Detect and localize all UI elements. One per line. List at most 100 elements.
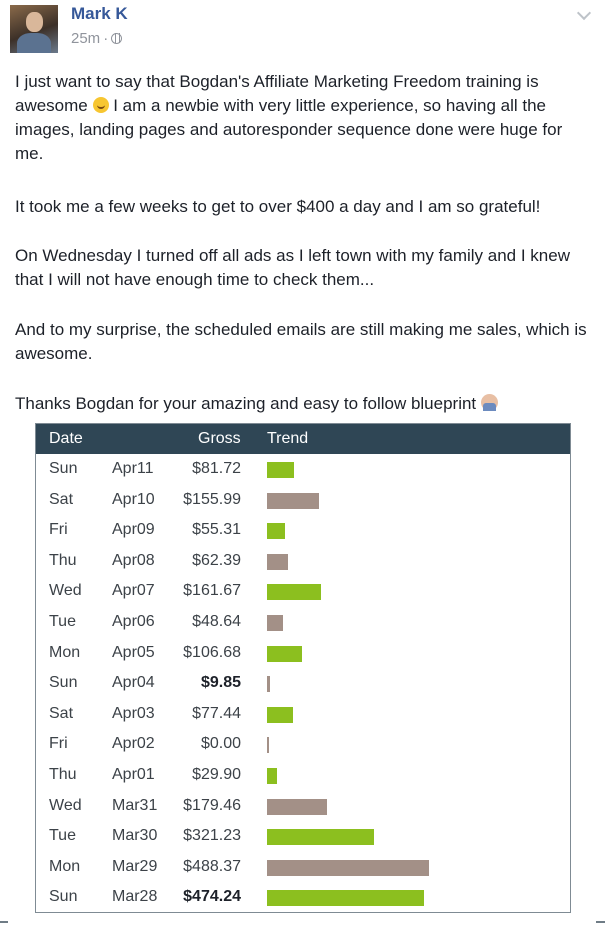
table-row: Sat Apr03 $77.44: [36, 699, 570, 730]
trend-bar: [267, 768, 277, 784]
row-date: Apr07: [112, 582, 155, 600]
row-gross: $179.46: [183, 796, 241, 814]
meta-separator: ·: [103, 30, 109, 47]
trend-bar: [267, 890, 424, 907]
trend-bar: [267, 798, 327, 815]
row-date: Mar31: [112, 796, 158, 814]
bottom-divider-right: [596, 921, 605, 923]
post-paragraph-2: It took me a few weeks to get to over $4…: [15, 197, 541, 216]
row-date: Apr01: [112, 766, 155, 783]
table-row: Wed Apr07 $161.67: [36, 576, 570, 607]
trend-bar: [267, 676, 270, 693]
globe-icon[interactable]: [111, 33, 123, 44]
trend-bar: [267, 737, 269, 754]
row-day: Wed: [49, 582, 82, 600]
trend-bar: [267, 462, 294, 478]
row-day: Sun: [49, 888, 78, 906]
row-day: Thu: [49, 551, 77, 569]
facepalm-emoji-icon: [480, 394, 498, 411]
row-date: Apr11: [112, 460, 154, 477]
header-trend: Trend: [267, 430, 309, 447]
sales-table-image[interactable]: Date Gross Trend Sun Apr11 $81.72 Sat Apr10 $…: [35, 423, 571, 913]
row-day: Mon: [49, 857, 81, 875]
row-gross: $0.00: [200, 735, 241, 753]
row-gross: $55.31: [192, 521, 241, 539]
row-date: Apr09: [112, 521, 155, 539]
trend-bar: [267, 706, 293, 723]
table-row: Sun Apr11 $81.72: [36, 454, 570, 485]
trend-bar: [267, 492, 319, 509]
row-day: Tue: [49, 613, 76, 630]
row-day: Wed: [49, 796, 82, 814]
table-row: Thu Apr01 $29.90: [36, 760, 570, 791]
row-day: Fri: [49, 521, 68, 539]
row-date: Apr06: [112, 613, 155, 630]
row-day: Mon: [49, 643, 81, 661]
row-date: Mar29: [112, 857, 158, 875]
post-timestamp[interactable]: 25m: [71, 30, 100, 47]
row-gross: $155.99: [183, 490, 241, 508]
row-gross: $321.23: [183, 827, 241, 845]
row-day: Tue: [49, 827, 76, 845]
trend-bar: [267, 615, 283, 631]
row-date: Apr05: [112, 643, 155, 661]
table-row: Sat Apr10 $155.99: [36, 485, 570, 516]
row-gross: $488.37: [183, 857, 241, 875]
row-gross: $474.24: [183, 888, 241, 906]
row-day: Thu: [49, 766, 77, 783]
row-date: Apr08: [112, 551, 155, 569]
row-gross: $62.39: [192, 551, 241, 569]
row-date: Apr02: [112, 735, 155, 753]
facebook-post: Mark K 25m · I just want to say that Bogd…: [0, 0, 605, 925]
trend-bar: [267, 523, 285, 540]
avatar-body-shape: [17, 33, 51, 53]
table-row: Mon Mar29 $488.37: [36, 852, 570, 883]
row-gross: $9.85: [200, 674, 241, 692]
row-day: Sat: [49, 704, 74, 722]
row-date: Apr03: [112, 704, 155, 722]
post-meta: 25m ·: [71, 30, 123, 47]
row-date: Mar30: [112, 827, 158, 845]
table-row: Wed Mar31 $179.46: [36, 791, 570, 822]
post-paragraph-1: I just want to say that Bogdan's Affilia…: [15, 70, 595, 166]
header-gross: Gross: [198, 430, 241, 447]
table-row: Fri Apr02 $0.00: [36, 729, 570, 760]
row-day: Sun: [49, 674, 78, 692]
trend-bar: [267, 859, 429, 876]
table-row: Mon Apr05 $106.68: [36, 638, 570, 669]
row-gross: $161.67: [183, 582, 241, 600]
post-paragraph-5-text: Thanks Bogdan for your amazing and easy …: [15, 394, 477, 413]
table-row: Fri Apr09 $55.31: [36, 515, 570, 546]
row-date: Apr10: [112, 490, 155, 508]
bottom-divider-left: [0, 921, 8, 923]
table-row: Thu Apr08 $62.39: [36, 546, 570, 577]
chevron-down-icon[interactable]: [576, 5, 592, 21]
table-row: Tue Mar30 $321.23: [36, 821, 570, 852]
row-day: Sat: [49, 490, 74, 508]
post-paragraph-3: On Wednesday I turned off all ads as I l…: [15, 246, 570, 289]
row-gross: $48.64: [192, 613, 241, 630]
trend-bar: [267, 645, 302, 662]
table-row: Sun Mar28 $474.24: [36, 882, 570, 913]
table-header: Date Gross Trend: [36, 424, 570, 454]
table-row: Tue Apr06 $48.64: [36, 607, 570, 638]
trend-bar: [267, 584, 321, 601]
avatar-head-shape: [26, 12, 43, 32]
row-date: Mar28: [112, 888, 158, 906]
post-paragraph-4: And to my surprise, the scheduled emails…: [15, 320, 587, 363]
table-row: Sun Apr04 $9.85: [36, 668, 570, 699]
post-paragraph-5: Thanks Bogdan for your amazing and easy …: [15, 392, 595, 416]
author-name[interactable]: Mark K: [71, 4, 128, 24]
trend-bar: [267, 553, 288, 570]
row-gross: $81.72: [192, 460, 241, 477]
row-day: Sun: [49, 460, 78, 477]
smile-emoji-icon: [92, 97, 109, 113]
row-gross: $106.68: [183, 643, 241, 661]
header-date: Date: [49, 430, 83, 447]
trend-bar: [267, 829, 374, 846]
row-date: Apr04: [112, 674, 155, 692]
row-day: Fri: [49, 735, 68, 753]
row-gross: $77.44: [192, 704, 241, 722]
avatar[interactable]: [10, 5, 58, 53]
row-gross: $29.90: [192, 766, 241, 783]
